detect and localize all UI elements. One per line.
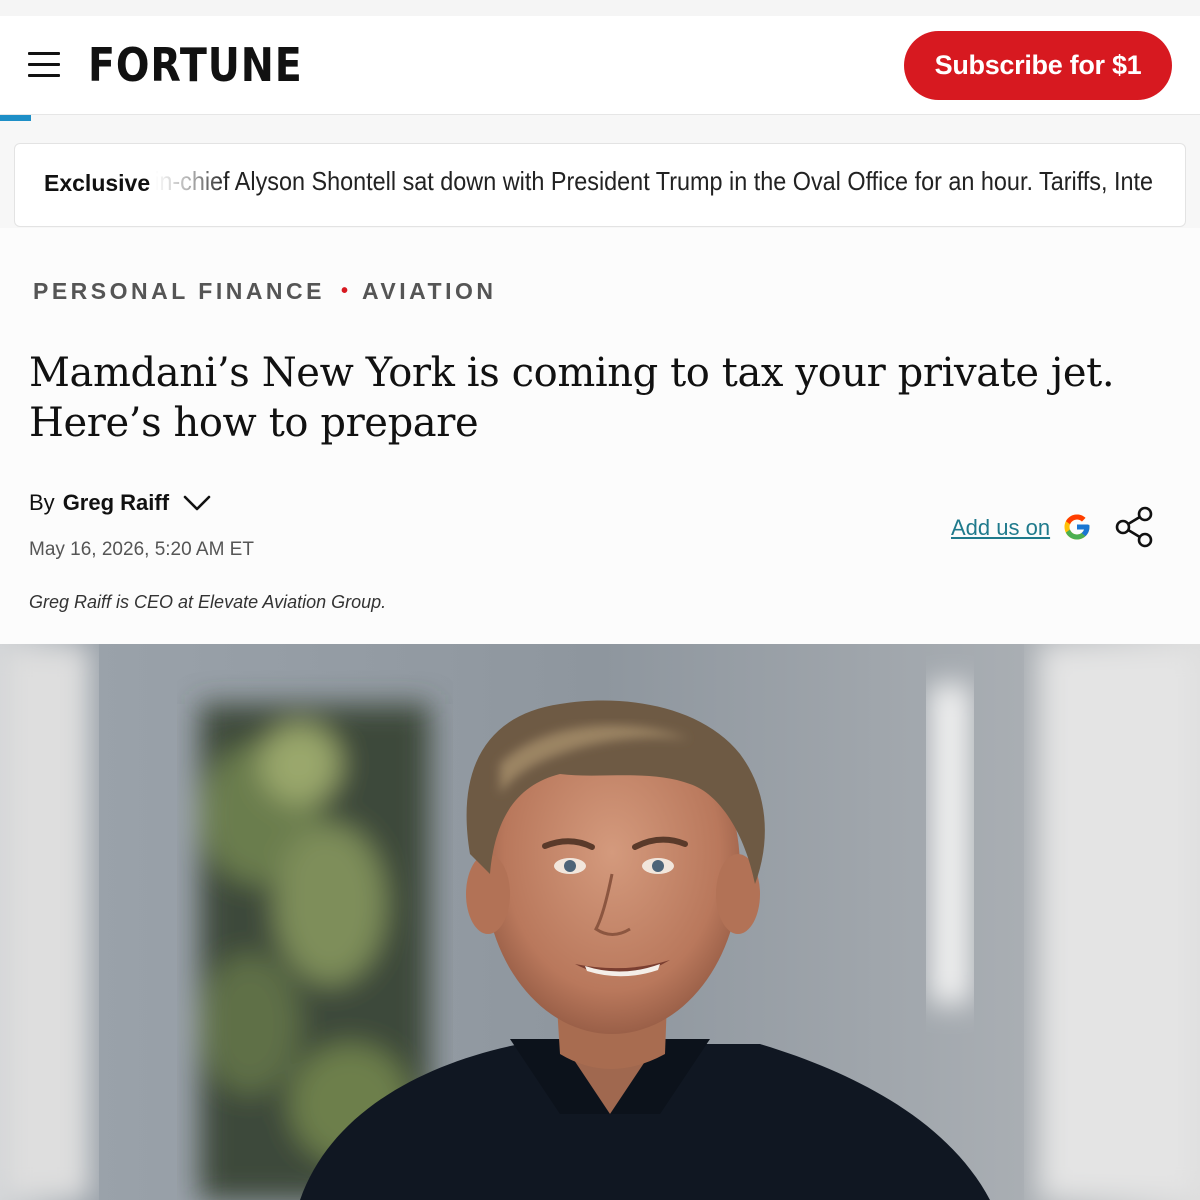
ticker-text-content[interactable]: Editor-in-chief Alyson Shontell sat down… <box>85 166 1153 196</box>
top-band <box>0 0 1200 16</box>
menu-icon[interactable] <box>28 52 60 78</box>
ticker-text[interactable]: Editor-in-chief Alyson Shontell sat down… <box>85 166 1153 197</box>
article-header: PERSONAL FINANCE • AVIATION Mamdani’s Ne… <box>0 228 1200 644</box>
ticker-fade <box>155 144 225 226</box>
exclusive-ticker[interactable]: Exclusive Editor-in-chief Alyson Shontel… <box>14 143 1186 227</box>
article-hero-image <box>0 644 1200 1200</box>
author-name[interactable]: Greg Raiff <box>63 490 169 516</box>
publish-date: May 16, 2026, 5:20 AM ET <box>29 539 254 560</box>
category-separator-dot: • <box>341 280 349 302</box>
reading-progress-bar <box>0 115 31 121</box>
article-headline: Mamdani’s New York is coming to tax your… <box>29 350 1115 446</box>
site-header: FORTUNE Subscribe for $1 <box>0 16 1200 115</box>
ticker-label: Exclusive <box>44 170 157 197</box>
chevron-down-icon[interactable] <box>183 493 211 513</box>
category-personal-finance[interactable]: PERSONAL FINANCE <box>33 278 325 305</box>
byline: By Greg Raiff <box>29 490 211 516</box>
add-us-on-google-link[interactable]: Add us on <box>951 515 1050 541</box>
byline-prefix: By <box>29 490 55 515</box>
author-portrait <box>0 644 1200 1200</box>
category-breadcrumb: PERSONAL FINANCE • AVIATION <box>33 278 497 305</box>
fortune-logo[interactable]: FORTUNE <box>88 38 303 92</box>
author-bio: Greg Raiff is CEO at Elevate Aviation Gr… <box>29 592 387 612</box>
google-icon[interactable] <box>1062 512 1092 542</box>
category-aviation[interactable]: AVIATION <box>362 278 496 305</box>
subscribe-button[interactable]: Subscribe for $1 <box>904 31 1172 100</box>
share-icon[interactable] <box>1114 506 1154 548</box>
